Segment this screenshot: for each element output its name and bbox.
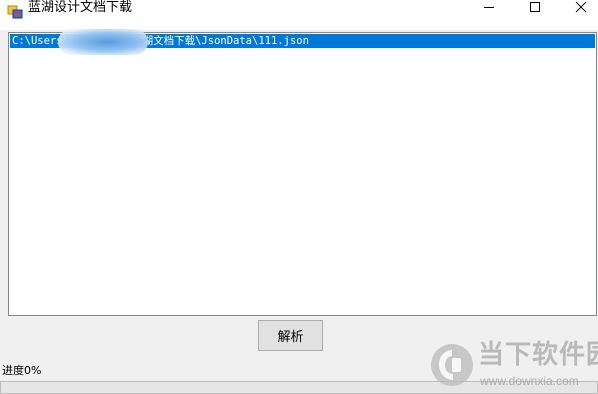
parse-button[interactable]: 解析 xyxy=(258,320,323,351)
redacted-username-blur xyxy=(58,29,148,55)
file-path-list[interactable]: C:\Users\ \Desktop\蓝湖文档下载\JsonData\111.j… xyxy=(8,32,597,316)
watermark-name: 当下软件园 xyxy=(478,340,598,370)
watermark-url: www.downxia.com xyxy=(480,374,579,388)
window-title: 蓝湖设计文档下载 xyxy=(28,0,133,15)
downxia-logo-icon xyxy=(428,340,476,390)
app-window-icon xyxy=(7,4,23,20)
list-item-text: C:\Users\ \Desktop\蓝湖文档下载\JsonData\111.j… xyxy=(12,35,309,47)
minimize-icon xyxy=(483,0,495,18)
progress-label: 进度0% xyxy=(2,364,42,377)
close-button[interactable] xyxy=(558,0,598,18)
maximize-icon xyxy=(529,0,541,18)
title-bar[interactable]: 蓝湖设计文档下载 xyxy=(0,0,598,30)
close-icon xyxy=(575,0,587,18)
maximize-button[interactable] xyxy=(512,0,558,18)
site-watermark: 当下软件园 www.downxia.com xyxy=(428,338,598,394)
minimize-button[interactable] xyxy=(466,0,512,18)
